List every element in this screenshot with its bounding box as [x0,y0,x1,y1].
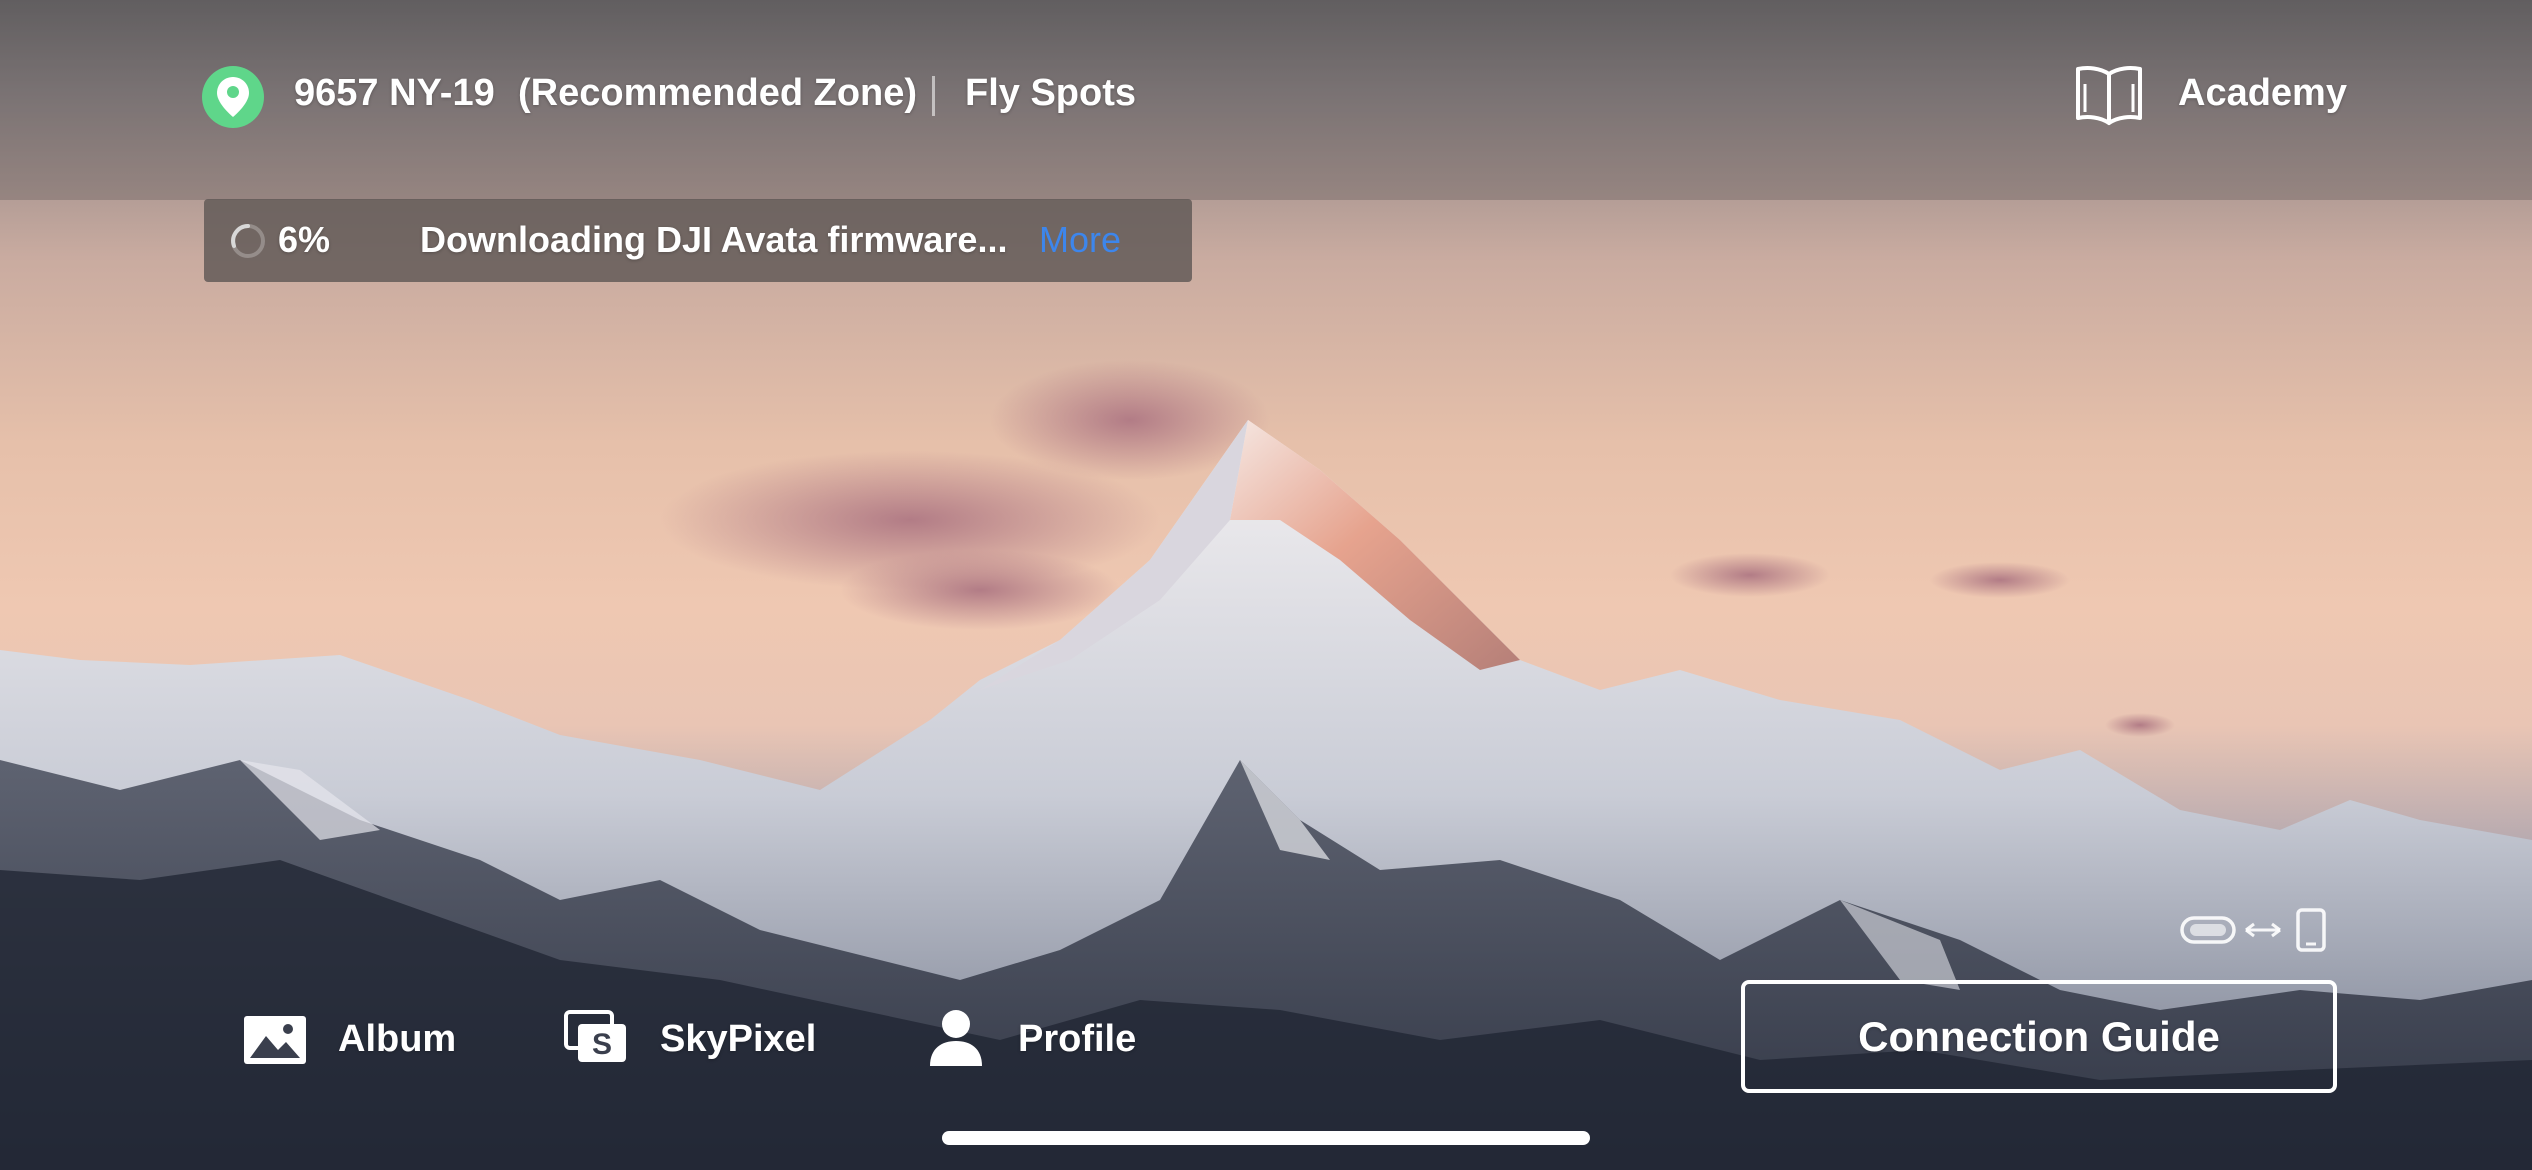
zone-label[interactable]: (Recommended Zone) [518,72,917,115]
skypixel-icon: S [564,1010,626,1062]
profile-label: Profile [1018,1018,1137,1060]
home-indicator[interactable] [942,1131,1590,1145]
loading-spinner-icon [231,224,265,258]
album-button[interactable]: Album [244,1014,464,1074]
fly-spots-link[interactable]: Fly Spots [965,72,1136,115]
phone-icon [2296,908,2326,952]
home-screen: 9657 NY-19 (Recommended Zone) Fly Spots … [0,0,2532,1170]
skypixel-button[interactable]: S SkyPixel [564,1010,824,1074]
more-link[interactable]: More [1039,219,1121,261]
location-address[interactable]: 9657 NY-19 [294,72,495,115]
album-label: Album [338,1018,457,1060]
download-percent: 6% [278,219,331,260]
double-arrow-icon [2245,922,2281,938]
firmware-download-banner[interactable]: 6% Downloading DJI Avata firmware... Mor… [204,199,1192,282]
device-link-indicator [2180,908,2326,952]
download-message: Downloading DJI Avata firmware... [420,219,1008,260]
skypixel-label: SkyPixel [660,1018,817,1060]
svg-text:S: S [592,1028,612,1061]
book-icon[interactable] [2074,64,2144,126]
connection-guide-button[interactable]: Connection Guide [1741,980,2337,1093]
image-icon [244,1016,306,1064]
academy-link[interactable]: Academy [2178,72,2347,115]
profile-button[interactable]: Profile [928,1008,1148,1074]
location-pin-icon[interactable] [202,66,264,128]
person-icon [930,1010,982,1066]
top-divider [932,76,935,116]
goggles-icon [2180,916,2236,944]
